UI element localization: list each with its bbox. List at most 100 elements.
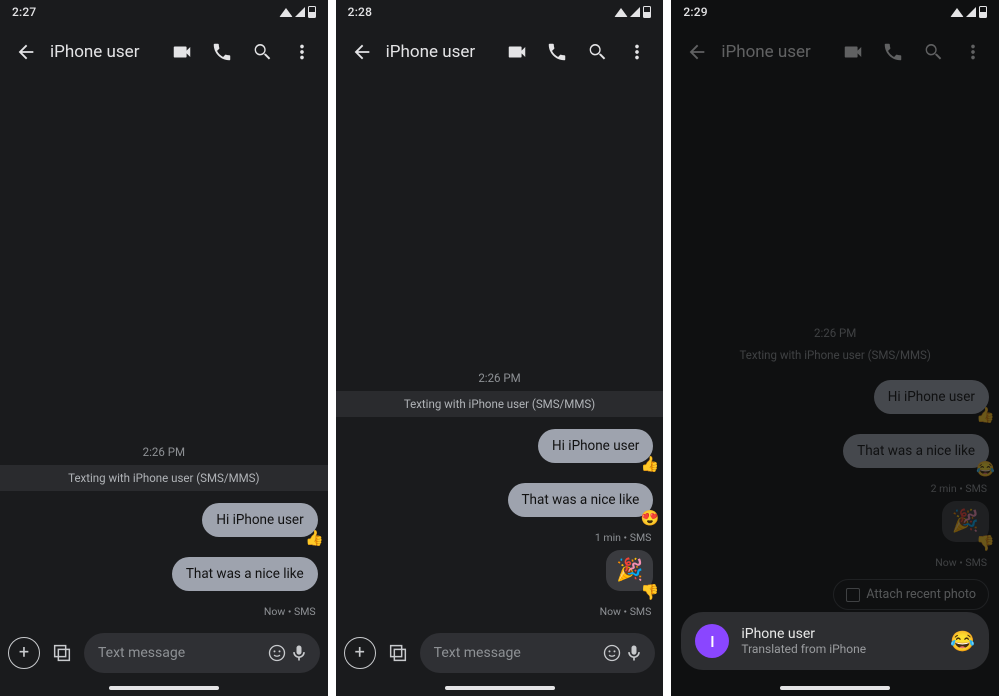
conversation-title[interactable]: iPhone user <box>382 42 498 62</box>
conversation-title[interactable]: iPhone user <box>46 42 162 62</box>
cellular-icon <box>295 7 305 17</box>
suggestion-row: Attach recent photo <box>681 579 989 610</box>
sheet-reaction-emoji: 😂 <box>950 629 975 653</box>
conversation-title[interactable]: iPhone user <box>717 42 833 62</box>
sent-message-bubble[interactable]: That was a nice like 😂 <box>843 434 989 468</box>
battery-icon <box>979 6 987 18</box>
reaction-heart-eyes[interactable]: 😍 <box>641 509 660 527</box>
search-button[interactable] <box>577 32 617 72</box>
suggestion-chip-attach-photo[interactable]: Attach recent photo <box>833 579 989 610</box>
gesture-bar <box>671 680 999 696</box>
battery-icon <box>643 6 651 18</box>
add-button[interactable]: + <box>344 637 376 669</box>
search-button[interactable] <box>242 32 282 72</box>
message-input[interactable]: Text message <box>84 633 320 673</box>
sent-sticker-bubble[interactable]: 🎉 👎 <box>942 501 989 542</box>
emoji-button[interactable] <box>601 642 623 664</box>
add-button[interactable]: + <box>8 637 40 669</box>
reaction-thumbs-up[interactable]: 👍 <box>305 529 324 547</box>
sent-message-bubble[interactable]: Hi iPhone user 👍 <box>538 429 653 463</box>
message-meta: 1 min • SMS <box>346 531 652 544</box>
phone-screen-1: 2:27 iPhone user 2:26 PM Texting with iP… <box>0 0 328 696</box>
app-bar: iPhone user <box>336 24 664 80</box>
sent-message-bubble[interactable]: That was a nice like 😍 <box>508 483 654 517</box>
composer-bar: + Text message <box>336 626 664 680</box>
back-button[interactable] <box>677 32 717 72</box>
composer-bar: + Text message <box>0 626 328 680</box>
mic-button[interactable] <box>288 642 310 664</box>
sent-message-bubble[interactable]: That was a nice like <box>172 557 318 591</box>
status-bar: 2:29 <box>671 0 999 24</box>
message-row: Hi iPhone user 👍 <box>681 380 989 414</box>
sheet-subtitle: Translated from iPhone <box>741 642 938 656</box>
conversation-area[interactable]: 2:26 PM Texting with iPhone user (SMS/MM… <box>671 80 999 680</box>
message-meta: Now • SMS <box>346 605 652 618</box>
call-button[interactable] <box>537 32 577 72</box>
sheet-text: iPhone user Translated from iPhone <box>741 626 938 656</box>
phone-screen-3: 2:29 iPhone user 2:26 PM Texting with iP… <box>671 0 999 696</box>
sticker-emoji: 🎉 <box>616 558 643 583</box>
status-bar: 2:27 <box>0 0 328 24</box>
app-bar: iPhone user <box>0 24 328 80</box>
message-row: 🎉 👎 <box>346 550 654 591</box>
wifi-icon <box>950 8 963 17</box>
sent-message-bubble[interactable]: Hi iPhone user 👍 <box>202 503 317 537</box>
message-row: That was a nice like <box>10 557 318 591</box>
clock: 2:29 <box>683 5 707 19</box>
video-call-button[interactable] <box>162 32 202 72</box>
sticker-emoji: 🎉 <box>952 509 979 534</box>
more-button[interactable] <box>953 32 993 72</box>
search-button[interactable] <box>913 32 953 72</box>
video-call-button[interactable] <box>833 32 873 72</box>
sent-message-bubble[interactable]: Hi iPhone user 👍 <box>874 380 989 414</box>
timestamp-label: 2:26 PM <box>681 326 989 340</box>
reaction-thumbs-up[interactable]: 👍 <box>641 455 660 473</box>
message-input[interactable]: Text message <box>420 633 656 673</box>
status-icons <box>615 6 651 18</box>
message-row: 🎉 👎 <box>681 501 989 542</box>
message-text: That was a nice like <box>186 566 304 582</box>
call-button[interactable] <box>873 32 913 72</box>
message-row: Hi iPhone user 👍 <box>10 503 318 537</box>
gallery-button[interactable] <box>382 637 414 669</box>
message-row: Hi iPhone user 👍 <box>346 429 654 463</box>
input-placeholder: Text message <box>98 645 185 661</box>
gesture-bar <box>0 680 328 696</box>
message-text: Hi iPhone user <box>216 512 303 528</box>
message-meta: Now • SMS <box>681 556 987 569</box>
message-meta: 2 min • SMS <box>681 482 987 495</box>
reaction-thumbs-up[interactable]: 👍 <box>976 406 995 424</box>
back-button[interactable] <box>342 32 382 72</box>
status-icons <box>951 6 987 18</box>
mic-button[interactable] <box>623 642 645 664</box>
sheet-name: iPhone user <box>741 626 938 642</box>
reaction-thumbs-down[interactable]: 👎 <box>641 583 660 601</box>
image-icon <box>846 588 860 602</box>
reaction-laughing[interactable]: 😂 <box>976 460 995 478</box>
conversation-area[interactable]: 2:26 PM Texting with iPhone user (SMS/MM… <box>0 80 328 626</box>
sent-sticker-bubble[interactable]: 🎉 👎 <box>606 550 653 591</box>
sms-banner: Texting with iPhone user (SMS/MMS) <box>0 465 328 491</box>
status-bar: 2:28 <box>336 0 664 24</box>
back-button[interactable] <box>6 32 46 72</box>
battery-icon <box>308 6 316 18</box>
video-call-button[interactable] <box>497 32 537 72</box>
emoji-button[interactable] <box>266 642 288 664</box>
message-text: Hi iPhone user <box>888 389 975 405</box>
reaction-thumbs-down[interactable]: 👎 <box>976 534 995 552</box>
conversation-area[interactable]: 2:26 PM Texting with iPhone user (SMS/MM… <box>336 80 664 626</box>
chip-label: Attach recent photo <box>866 587 976 602</box>
clock: 2:28 <box>348 5 372 19</box>
more-button[interactable] <box>282 32 322 72</box>
message-text: Hi iPhone user <box>552 438 639 454</box>
cellular-icon <box>966 7 976 17</box>
message-text: That was a nice like <box>522 492 640 508</box>
reaction-translation-sheet[interactable]: I iPhone user Translated from iPhone 😂 <box>681 612 989 670</box>
sms-banner: Texting with iPhone user (SMS/MMS) <box>336 391 664 417</box>
more-button[interactable] <box>617 32 657 72</box>
gallery-button[interactable] <box>46 637 78 669</box>
cellular-icon <box>630 7 640 17</box>
wifi-icon <box>279 8 292 17</box>
message-row: That was a nice like 😍 <box>346 483 654 517</box>
call-button[interactable] <box>202 32 242 72</box>
